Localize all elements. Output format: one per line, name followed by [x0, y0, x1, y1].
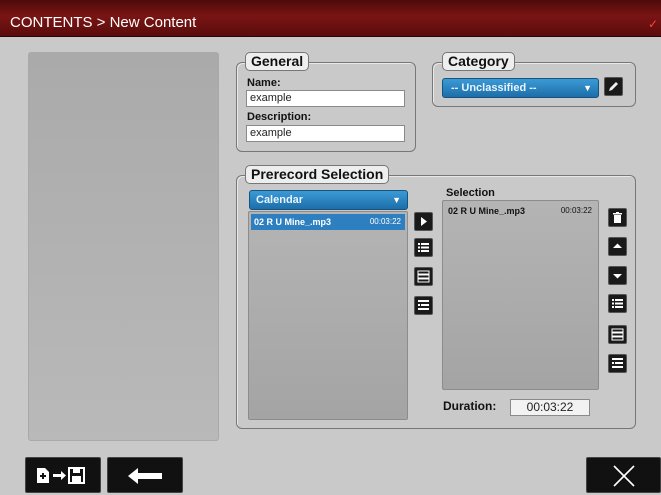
preview-panel	[28, 52, 219, 441]
chevron-down-icon: ▼	[392, 195, 401, 205]
arrow-down-icon	[613, 274, 622, 279]
source-dropdown[interactable]: Calendar ▼	[249, 190, 408, 210]
description-label: Description:	[247, 111, 312, 123]
move-up-button[interactable]	[608, 237, 627, 256]
selection-list[interactable]: 02 R U Mine_.mp3 00:03:22	[442, 200, 599, 390]
duration-label: Duration:	[443, 399, 497, 413]
item-duration: 00:03:22	[369, 217, 401, 226]
source-selected: Calendar	[256, 194, 304, 206]
edit-category-button[interactable]	[604, 77, 623, 96]
selection-list-button[interactable]	[608, 294, 627, 313]
category-dropdown[interactable]: -- Unclassified -- ▼	[442, 78, 599, 98]
prerecord-legend: Prerecord Selection	[245, 165, 390, 184]
list-icon	[612, 299, 623, 308]
move-down-button[interactable]	[608, 266, 627, 285]
trash-icon	[613, 212, 622, 223]
back-arrow-icon	[128, 468, 162, 484]
item-title: 02 R U Mine_.mp3	[254, 217, 332, 227]
pencil-icon	[609, 82, 618, 91]
window-title: CONTENTS > New Content	[10, 14, 197, 31]
back-button[interactable]	[107, 457, 183, 493]
item-duration: 00:03:22	[560, 206, 592, 215]
list-item[interactable]: 02 R U Mine_.mp3 00:03:22	[445, 203, 596, 219]
category-selected: -- Unclassified --	[451, 82, 537, 94]
general-legend: General	[245, 52, 310, 71]
save-icon	[37, 467, 85, 484]
add-all-button[interactable]	[414, 238, 433, 257]
duration-field: 00:03:22	[510, 399, 590, 416]
list-sort-icon	[612, 358, 623, 368]
list-detail-icon	[417, 270, 430, 283]
list-icon	[418, 243, 429, 252]
name-label: Name:	[247, 77, 281, 89]
list-detail-button[interactable]	[414, 267, 433, 286]
name-input[interactable]: example	[246, 90, 405, 107]
play-right-icon	[421, 217, 427, 226]
arrow-up-icon	[613, 243, 622, 248]
chevron-down-icon: ▼	[583, 83, 592, 93]
close-icon	[613, 465, 635, 487]
selection-label: Selection	[446, 187, 495, 199]
selection-detail-button[interactable]	[608, 325, 627, 344]
list-item[interactable]: 02 R U Mine_.mp3 00:03:22	[251, 214, 405, 230]
description-input[interactable]: example	[246, 125, 405, 142]
list-detail-icon	[611, 328, 624, 341]
add-to-selection-button[interactable]	[414, 212, 433, 231]
category-legend: Category	[442, 52, 515, 71]
close-button[interactable]	[586, 457, 661, 493]
selection-sort-button[interactable]	[608, 354, 627, 373]
list-sort-icon	[418, 300, 429, 310]
delete-button[interactable]	[608, 208, 627, 227]
check-icon: ✓	[647, 17, 658, 31]
available-list[interactable]: 02 R U Mine_.mp3 00:03:22	[248, 211, 408, 420]
item-title: 02 R U Mine_.mp3	[448, 206, 526, 216]
list-sort-button[interactable]	[414, 296, 433, 315]
title-bar: CONTENTS > New Content ✓	[0, 0, 661, 37]
save-as-button[interactable]	[25, 457, 101, 493]
